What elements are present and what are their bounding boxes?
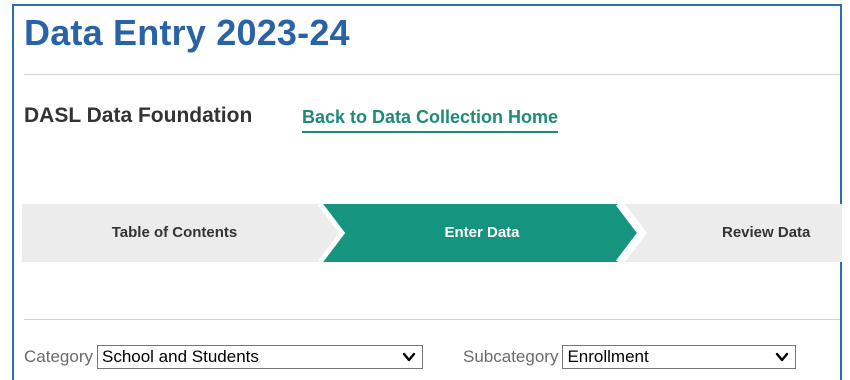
chevron-down-icon — [776, 352, 789, 362]
step-enter-data[interactable]: Enter Data — [327, 204, 637, 262]
content-frame: Data Entry 2023-24 DASL Data Foundation … — [12, 4, 842, 380]
subcategory-selected-value: Enrollment — [567, 347, 649, 366]
category-selected-value: School and Students — [101, 347, 259, 366]
subcategory-select[interactable]: Enrollment — [562, 345, 797, 369]
subcategory-filter: Subcategory Enrollment — [463, 344, 797, 370]
page-title: Data Entry 2023-24 — [24, 12, 350, 53]
step-review-data[interactable]: Review Data — [722, 204, 842, 262]
category-filter: Category School and Students — [24, 344, 423, 370]
chevron-down-icon — [402, 352, 416, 362]
step-table-of-contents[interactable]: Table of Contents — [22, 204, 327, 262]
category-label: Category — [24, 347, 93, 366]
category-select[interactable]: School and Students — [96, 345, 423, 369]
progress-steps: Table of Contents Enter Data Review Data — [22, 204, 842, 262]
steps-divider — [24, 319, 840, 320]
header-divider — [24, 74, 840, 75]
back-to-home-link[interactable]: Back to Data Collection Home — [302, 107, 559, 133]
organization-name: DASL Data Foundation — [24, 104, 253, 127]
subcategory-label: Subcategory — [463, 347, 559, 366]
